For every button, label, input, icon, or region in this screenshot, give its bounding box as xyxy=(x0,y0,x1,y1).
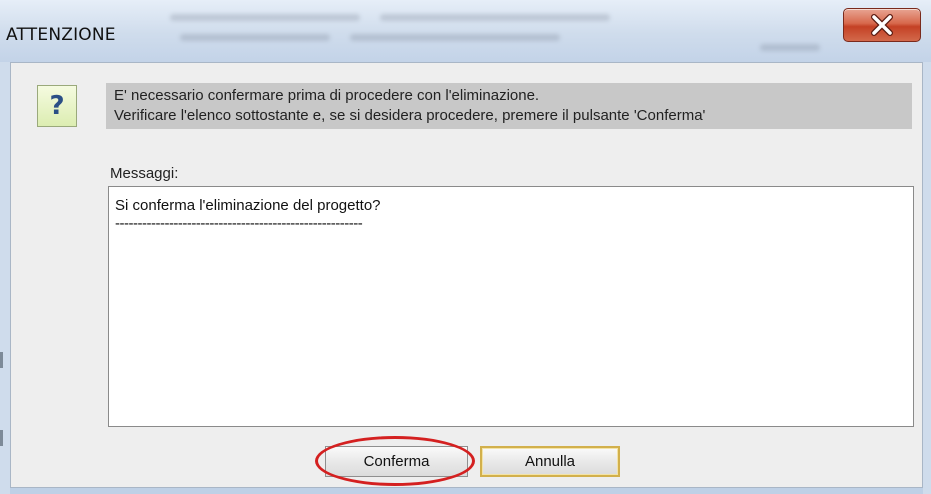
glass-blur xyxy=(760,44,820,51)
question-mark: ? xyxy=(49,91,65,121)
glass-blur xyxy=(350,34,560,41)
close-icon xyxy=(871,14,893,36)
frame-marker xyxy=(0,430,3,446)
message-separator: ----------------------------------------… xyxy=(115,215,363,232)
glass-blur xyxy=(380,14,610,21)
title-bar[interactable]: ATTENZIONE xyxy=(0,0,931,62)
glass-blur xyxy=(170,14,360,21)
confirm-button[interactable]: Conferma xyxy=(325,446,468,477)
info-panel: E' necessario confermare prima di proced… xyxy=(106,83,912,129)
info-line-2: Verificare l'elenco sottostante e, se si… xyxy=(114,107,706,124)
messages-textarea[interactable]: Si conferma l'eliminazione del progetto?… xyxy=(108,186,914,427)
info-line-1: E' necessario confermare prima di proced… xyxy=(114,87,540,104)
message-line: Si conferma l'eliminazione del progetto? xyxy=(115,197,381,214)
frame-marker xyxy=(0,352,3,368)
dialog-window: ATTENZIONE ? E' necessario confermare pr… xyxy=(0,0,931,494)
frame-right xyxy=(923,62,931,494)
cancel-button[interactable]: Annulla xyxy=(480,446,620,477)
question-icon: ? xyxy=(37,85,77,127)
window-title: ATTENZIONE xyxy=(6,25,116,45)
glass-blur xyxy=(180,34,330,41)
close-button[interactable] xyxy=(843,8,921,42)
messages-label: Messaggi: xyxy=(110,165,179,182)
